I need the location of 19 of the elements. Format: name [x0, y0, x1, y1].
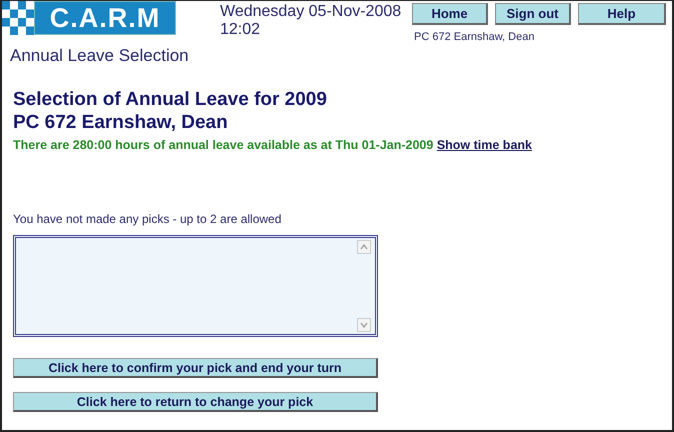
date-text: Wednesday 05-Nov-2008 [220, 3, 402, 21]
user-name: PC 672 Earnshaw, Dean [414, 31, 536, 43]
heading: Selection of Annual Leave for 2009 [13, 88, 328, 111]
action-button[interactable]: Click here to confirm your pick and end your turn [13, 358, 378, 378]
nav-button[interactable]: Help [578, 3, 666, 25]
heading: PC 672 Earnshaw, Dean [13, 111, 229, 134]
scroll-up-icon[interactable] [357, 240, 371, 254]
logo-text: C.A.R.M [34, 1, 176, 35]
scroll-down-icon[interactable] [357, 318, 371, 332]
time-text: 12:02 [220, 21, 262, 39]
page-title: Annual Leave Selection [10, 46, 190, 66]
time-bank-link[interactable]: Show time bank [436, 138, 532, 152]
action-button[interactable]: Click here to return to change your pick [13, 392, 378, 412]
picks-field[interactable] [13, 235, 378, 337]
nav-button[interactable]: Sign out [495, 3, 571, 25]
availability-text: There are 280:00 hours of annual leave available as at Thu 01-Jan-2009 [13, 138, 434, 152]
nav-button[interactable]: Home [412, 3, 488, 25]
checker-icon [2, 1, 34, 35]
picks-note: You have not made any picks - up to 2 are allowed [13, 212, 282, 226]
